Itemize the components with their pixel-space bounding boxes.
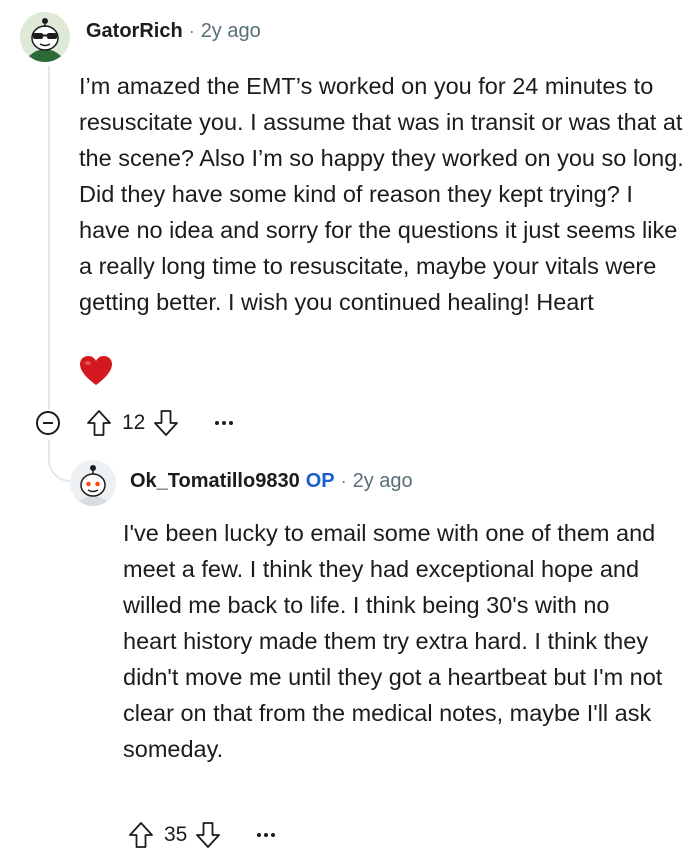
thread-line — [48, 66, 50, 410]
separator-dot: · — [340, 471, 347, 491]
more-icon[interactable] — [257, 833, 276, 837]
reply-actions: 35 — [128, 820, 276, 850]
avatar[interactable] — [20, 12, 70, 62]
comment-actions: 12 — [36, 408, 234, 438]
username[interactable]: Ok_Tomatillo9830 — [130, 470, 300, 493]
timestamp[interactable]: 2y ago — [353, 470, 413, 493]
comment-meta: GatorRich · 2y ago — [86, 20, 261, 43]
vote-count: 35 — [164, 823, 188, 846]
heart-emoji-icon — [80, 356, 112, 385]
downvote-icon[interactable] — [195, 820, 221, 850]
vote-count: 12 — [122, 411, 146, 434]
avatar[interactable] — [70, 460, 116, 506]
timestamp[interactable]: 2y ago — [201, 20, 261, 43]
op-badge: OP — [305, 470, 335, 492]
more-icon[interactable] — [215, 421, 234, 425]
comment-body: I’m amazed the EMT’s worked on you for 2… — [79, 73, 684, 315]
downvote-icon[interactable] — [153, 408, 179, 438]
collapse-icon[interactable] — [36, 411, 60, 435]
username[interactable]: GatorRich — [86, 20, 183, 43]
upvote-icon[interactable] — [86, 408, 112, 438]
separator-dot: · — [188, 21, 195, 41]
reply-body: I've been lucky to email some with one o… — [123, 520, 663, 762]
reply-meta: Ok_Tomatillo9830 OP · 2y ago — [130, 470, 413, 493]
upvote-icon[interactable] — [128, 820, 154, 850]
